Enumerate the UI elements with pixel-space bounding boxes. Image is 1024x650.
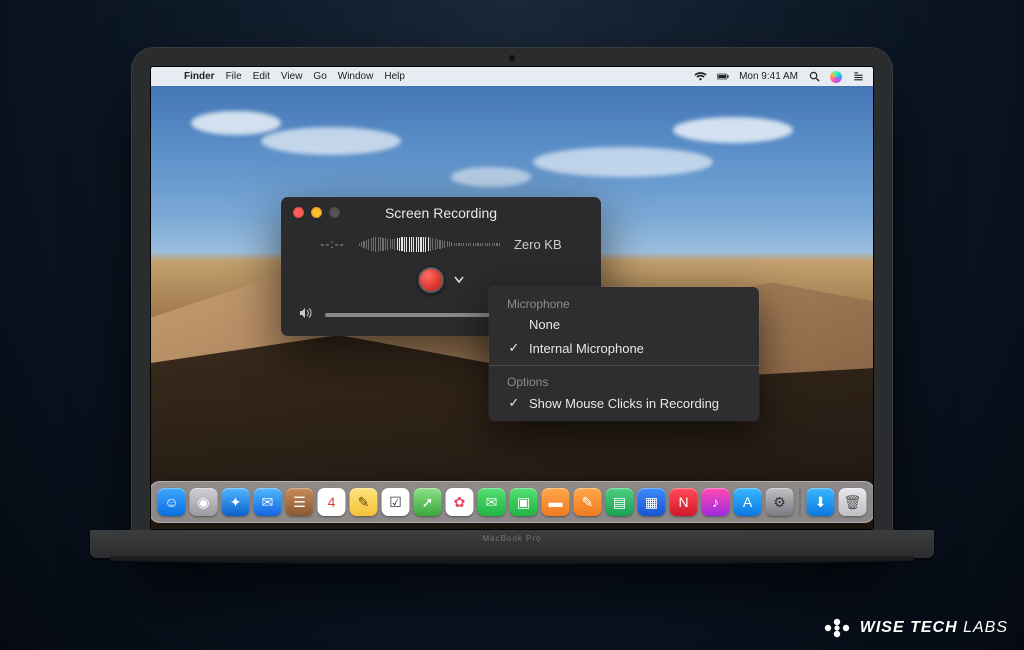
record-options-menu: Microphone None ✓ Internal Microphone Op… bbox=[489, 287, 759, 421]
dock-item-itunes[interactable]: ♪ bbox=[702, 488, 730, 516]
dock-item-safari[interactable]: ✦ bbox=[222, 488, 250, 516]
menubar-item-help[interactable]: Help bbox=[384, 71, 405, 82]
menubar-clock[interactable]: Mon 9:41 AM bbox=[739, 71, 798, 82]
menu-section-microphone: Microphone bbox=[489, 293, 759, 313]
record-button[interactable] bbox=[418, 267, 444, 293]
dock-item-appstore[interactable]: A bbox=[734, 488, 762, 516]
menu-section-options: Options bbox=[489, 371, 759, 391]
window-minimize-button[interactable] bbox=[311, 207, 322, 218]
recording-file-size: Zero KB bbox=[514, 237, 562, 252]
record-options-chevron-icon[interactable] bbox=[454, 273, 464, 287]
dock-item-keynote[interactable]: ▦ bbox=[638, 488, 666, 516]
dock-item-trash[interactable]: 🗑 bbox=[839, 488, 867, 516]
menubar-item-edit[interactable]: Edit bbox=[253, 71, 270, 82]
battery-icon[interactable] bbox=[716, 71, 730, 83]
recording-timecode: --:-- bbox=[320, 237, 344, 251]
dock-item-contacts[interactable]: ☰ bbox=[286, 488, 314, 516]
menu-separator bbox=[489, 365, 759, 366]
apple-menu-icon[interactable] bbox=[159, 71, 173, 83]
volume-icon bbox=[299, 307, 313, 322]
watermark-text-3: LABS bbox=[963, 619, 1008, 636]
dock-item-downloads[interactable]: ⬇ bbox=[807, 488, 835, 516]
dock-item-launchpad[interactable]: ◉ bbox=[190, 488, 218, 516]
watermark: WISE TECH LABS bbox=[822, 616, 1008, 640]
menubar-item-file[interactable]: File bbox=[226, 71, 242, 82]
window-close-button[interactable] bbox=[293, 207, 304, 218]
menu-item-mic-none[interactable]: None bbox=[489, 313, 759, 336]
dock-item-messages[interactable]: ✉ bbox=[478, 488, 506, 516]
dock-item-news[interactable]: N bbox=[670, 488, 698, 516]
window-controls bbox=[293, 207, 340, 218]
dock-item-pages[interactable]: ✎ bbox=[574, 488, 602, 516]
audio-level-meter bbox=[359, 235, 500, 253]
macbook-label: MacBook Pro bbox=[90, 530, 934, 543]
camera-notch bbox=[509, 55, 515, 61]
menubar-item-go[interactable]: Go bbox=[313, 71, 326, 82]
dock-item-numbers[interactable]: ▤ bbox=[606, 488, 634, 516]
check-icon: ✓ bbox=[507, 395, 521, 411]
dock-item-maps[interactable]: ➚ bbox=[414, 488, 442, 516]
dock-item-notes[interactable]: ✎ bbox=[350, 488, 378, 516]
wifi-icon[interactable] bbox=[693, 71, 707, 83]
watermark-text-2: TECH bbox=[910, 619, 958, 636]
dock-item-photos[interactable]: ✿ bbox=[446, 488, 474, 516]
menubar: Finder File Edit View Go Window Help Mon… bbox=[151, 67, 873, 86]
menubar-item-view[interactable]: View bbox=[281, 71, 303, 82]
menu-item-label: Internal Microphone bbox=[529, 341, 644, 356]
watermark-text-1: WISE bbox=[860, 619, 905, 636]
dock: ☺◉✦✉☰4✎☑➚✿✉▣▬✎▤▦N♪A⚙⬇🗑 bbox=[150, 481, 874, 523]
dock-item-facetime[interactable]: ▣ bbox=[510, 488, 538, 516]
dock-item-preferences[interactable]: ⚙ bbox=[766, 488, 794, 516]
screen-bezel: Finder File Edit View Go Window Help Mon… bbox=[132, 48, 892, 558]
display: Finder File Edit View Go Window Help Mon… bbox=[150, 66, 874, 530]
menu-item-label: None bbox=[529, 317, 560, 332]
dock-item-books[interactable]: ▬ bbox=[542, 488, 570, 516]
notifications-icon[interactable] bbox=[851, 71, 865, 83]
window-zoom-button bbox=[329, 207, 340, 218]
menu-item-show-mouse-clicks[interactable]: ✓ Show Mouse Clicks in Recording bbox=[489, 391, 759, 415]
menubar-item-window[interactable]: Window bbox=[338, 71, 374, 82]
dock-item-mail[interactable]: ✉ bbox=[254, 488, 282, 516]
menu-item-label: Show Mouse Clicks in Recording bbox=[529, 396, 719, 411]
watermark-logo-icon bbox=[822, 616, 852, 640]
dock-item-reminders[interactable]: ☑ bbox=[382, 488, 410, 516]
dock-item-calendar[interactable]: 4 bbox=[318, 488, 346, 516]
dock-separator bbox=[800, 488, 801, 516]
menubar-app-name[interactable]: Finder bbox=[184, 71, 215, 82]
spotlight-icon[interactable] bbox=[807, 71, 821, 83]
siri-icon[interactable] bbox=[830, 71, 842, 83]
dock-item-finder[interactable]: ☺ bbox=[158, 488, 186, 516]
check-icon: ✓ bbox=[507, 340, 521, 356]
menu-item-mic-internal[interactable]: ✓ Internal Microphone bbox=[489, 336, 759, 360]
macbook-deck: MacBook Pro bbox=[90, 530, 934, 558]
macbook-frame: Finder File Edit View Go Window Help Mon… bbox=[132, 48, 892, 558]
